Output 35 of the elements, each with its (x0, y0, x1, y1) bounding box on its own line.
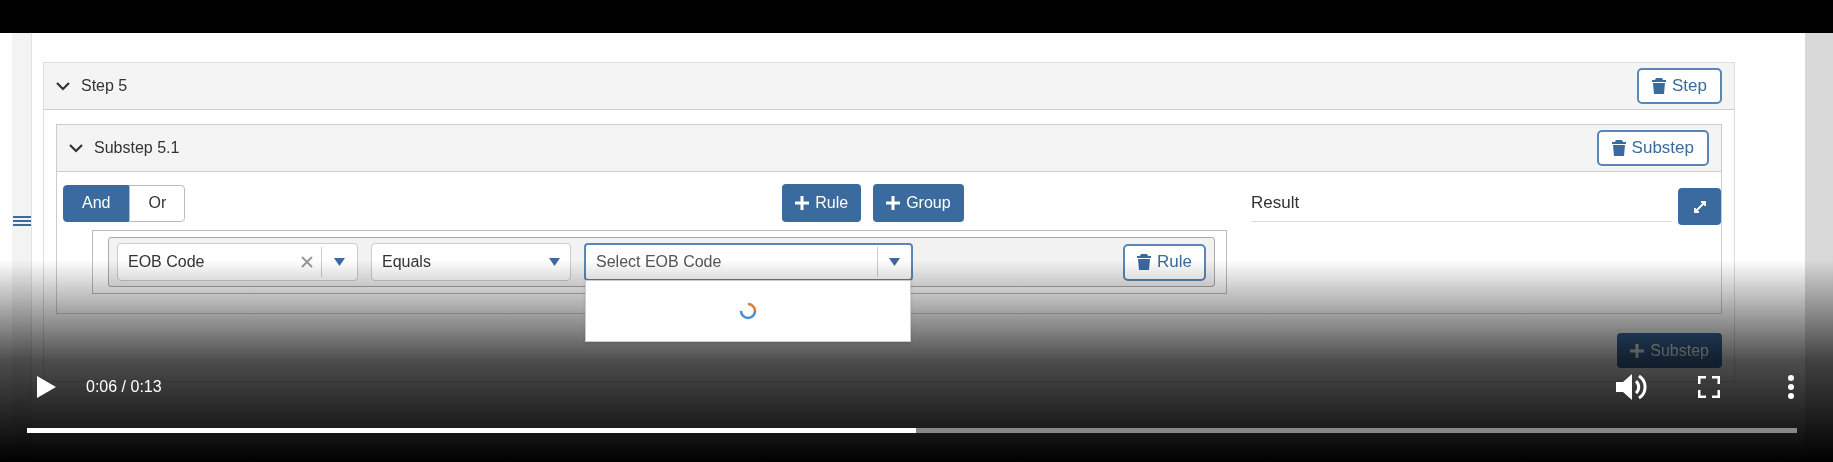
plus-icon (1630, 343, 1645, 358)
progress-track[interactable] (27, 428, 1797, 433)
add-button[interactable]: Rule (782, 184, 862, 222)
result-label: Result (1251, 191, 1300, 214)
caret-icon (334, 258, 345, 266)
operator-select[interactable]: Equals (371, 243, 571, 281)
trash-icon (1652, 78, 1666, 94)
substep-title: Substep 5.1 (94, 138, 180, 158)
time-display: 0:06 / 0:13 (86, 377, 162, 397)
loading-spinner-icon (738, 301, 758, 321)
plus-icon (886, 196, 901, 210)
value-select[interactable]: Select EOB Code (584, 243, 913, 281)
caret-icon (889, 258, 900, 266)
trash-icon (1137, 254, 1152, 270)
volume-icon[interactable] (1616, 373, 1648, 401)
fullscreen-icon[interactable] (1698, 376, 1720, 398)
trash-icon (1611, 140, 1626, 156)
plus-icon (795, 196, 810, 210)
step-title: Step 5 (81, 76, 128, 96)
chevron-down-icon[interactable] (69, 143, 83, 153)
play-icon[interactable] (36, 376, 56, 398)
caret-icon (549, 258, 560, 266)
delete-step-button[interactable]: Step (1637, 68, 1722, 104)
delete-rule-button[interactable]: Rule (1123, 243, 1206, 281)
expand-button[interactable] (1678, 188, 1721, 225)
expand-icon (1693, 200, 1706, 213)
conjunction-toggle[interactable]: And (63, 184, 130, 222)
chevron-down-icon[interactable] (56, 81, 70, 91)
delete-substep-button[interactable]: Substep (1596, 130, 1709, 166)
field-select[interactable]: EOB Code (117, 243, 358, 281)
more-options-icon[interactable] (1788, 375, 1794, 399)
menu-icon[interactable] (12, 216, 31, 226)
clear-icon[interactable] (301, 256, 313, 268)
add-button[interactable]: Group (873, 184, 964, 222)
conjunction-toggle[interactable]: Or (129, 184, 186, 222)
